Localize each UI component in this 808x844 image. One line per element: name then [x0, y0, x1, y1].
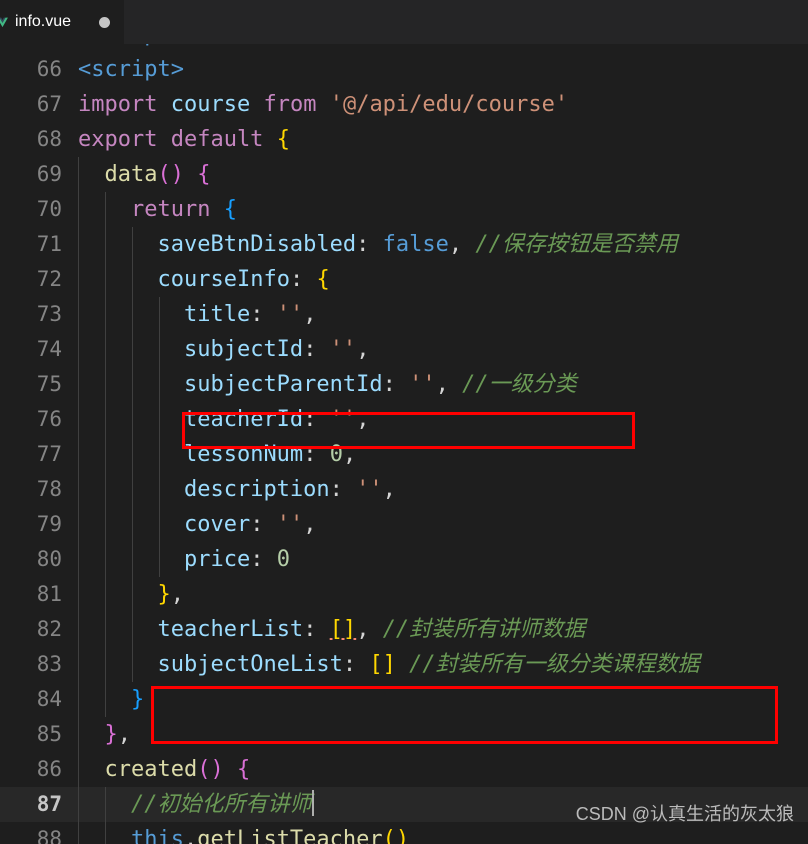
line-content: saveBtnDisabled: false, //保存按钮是否禁用: [157, 232, 678, 257]
line-number: 78: [36, 477, 62, 501]
code-line[interactable]: 66 <script>: [0, 52, 808, 87]
line-content: this.getListTeacher(): [130, 827, 410, 844]
code-line[interactable]: 71 saveBtnDisabled: false, //保存按钮是否禁用: [0, 227, 808, 262]
line-number: 74: [36, 337, 62, 361]
tab-label: info.vue: [15, 13, 72, 30]
line-content: courseInfo: {: [157, 267, 330, 292]
code-editor[interactable]: 65 </template> 66 <script> 67 import cou…: [0, 44, 808, 844]
line-number: 86: [36, 757, 62, 781]
line-number: 88: [36, 827, 62, 844]
line-content: </template>: [78, 44, 224, 52]
code-line[interactable]: 84 }: [0, 682, 808, 717]
line-number: 82: [36, 617, 62, 641]
code-line[interactable]: 80 price: 0: [0, 542, 808, 577]
line-content: }: [130, 687, 145, 712]
line-number: 87: [36, 792, 62, 816]
line-number: 75: [36, 372, 62, 396]
tab-bar-empty-space: [124, 0, 808, 44]
line-content: //初始化所有讲师: [130, 790, 314, 817]
line-number: 73: [36, 302, 62, 326]
code-line[interactable]: 67 import course from '@/api/edu/course': [0, 87, 808, 122]
line-number: 66: [36, 57, 62, 81]
line-number: 81: [36, 582, 62, 606]
code-line[interactable]: 69 data() {: [0, 157, 808, 192]
editor-tab-bar: info.vue: [0, 0, 808, 44]
editor-lines: 65 </template> 66 <script> 67 import cou…: [0, 44, 808, 844]
code-line[interactable]: 73 title: '',: [0, 297, 808, 332]
line-content: },: [104, 722, 132, 747]
code-line[interactable]: 72 courseInfo: {: [0, 262, 808, 297]
code-line[interactable]: 77 lessonNum: 0,: [0, 437, 808, 472]
line-number: 72: [36, 267, 62, 291]
line-content: <script>: [78, 57, 184, 82]
code-line[interactable]: 75 subjectParentId: '', //一级分类: [0, 367, 808, 402]
line-number: 69: [36, 162, 62, 186]
tab-dirty-indicator[interactable]: [99, 16, 111, 28]
tab-info-vue[interactable]: info.vue: [0, 0, 125, 44]
line-content: },: [157, 582, 184, 607]
code-line[interactable]: 76 teacherId: '',: [0, 402, 808, 437]
line-number: 71: [36, 232, 62, 256]
line-content: title: '',: [183, 302, 317, 327]
line-content: description: '',: [183, 477, 396, 502]
line-content: data() {: [104, 162, 211, 187]
line-number: 67: [36, 92, 62, 116]
watermark: CSDN @认真生活的灰太狼: [575, 804, 794, 824]
line-number: 79: [36, 512, 62, 536]
vue-file-icon: [0, 16, 9, 29]
code-line[interactable]: 79 cover: '',: [0, 507, 808, 542]
code-line[interactable]: 65 </template>: [0, 44, 808, 52]
line-content: export default {: [78, 127, 290, 152]
code-line[interactable]: 74 subjectId: '',: [0, 332, 808, 367]
code-line[interactable]: 68 export default {: [0, 122, 808, 157]
line-number: 80: [36, 547, 62, 571]
line-number: 77: [36, 442, 62, 466]
line-content: created() {: [104, 757, 251, 782]
line-number: 65: [0, 44, 62, 52]
code-line[interactable]: 86 created() {: [0, 752, 808, 787]
line-content: return {: [130, 197, 237, 222]
line-content: teacherList: [], //封装所有讲师数据: [157, 617, 586, 642]
line-content: subjectId: '',: [183, 337, 370, 362]
line-content: price: 0: [183, 547, 290, 572]
line-content: subjectOneList: [] //封装所有一级分类课程数据: [157, 652, 700, 677]
code-line[interactable]: 78 description: '',: [0, 472, 808, 507]
line-number: 70: [36, 197, 62, 221]
code-line[interactable]: 81 },: [0, 577, 808, 612]
text-cursor: [311, 790, 314, 816]
code-line[interactable]: 70 return {: [0, 192, 808, 227]
line-number: 83: [36, 652, 62, 676]
line-content: lessonNum: 0,: [183, 442, 357, 467]
line-content: teacherId: '',: [183, 407, 370, 432]
code-line[interactable]: 82 teacherList: [], //封装所有讲师数据: [0, 612, 808, 647]
line-number: 68: [36, 127, 62, 151]
line-content: subjectParentId: '', //一级分类: [183, 372, 577, 397]
line-number: 84: [36, 687, 62, 711]
code-line[interactable]: 83 subjectOneList: [] //封装所有一级分类课程数据: [0, 647, 808, 682]
line-content: import course from '@/api/edu/course': [78, 92, 569, 117]
code-line[interactable]: 85 },: [0, 717, 808, 752]
line-content: cover: '',: [183, 512, 317, 537]
line-number: 76: [36, 407, 62, 431]
line-number: 85: [36, 722, 62, 746]
